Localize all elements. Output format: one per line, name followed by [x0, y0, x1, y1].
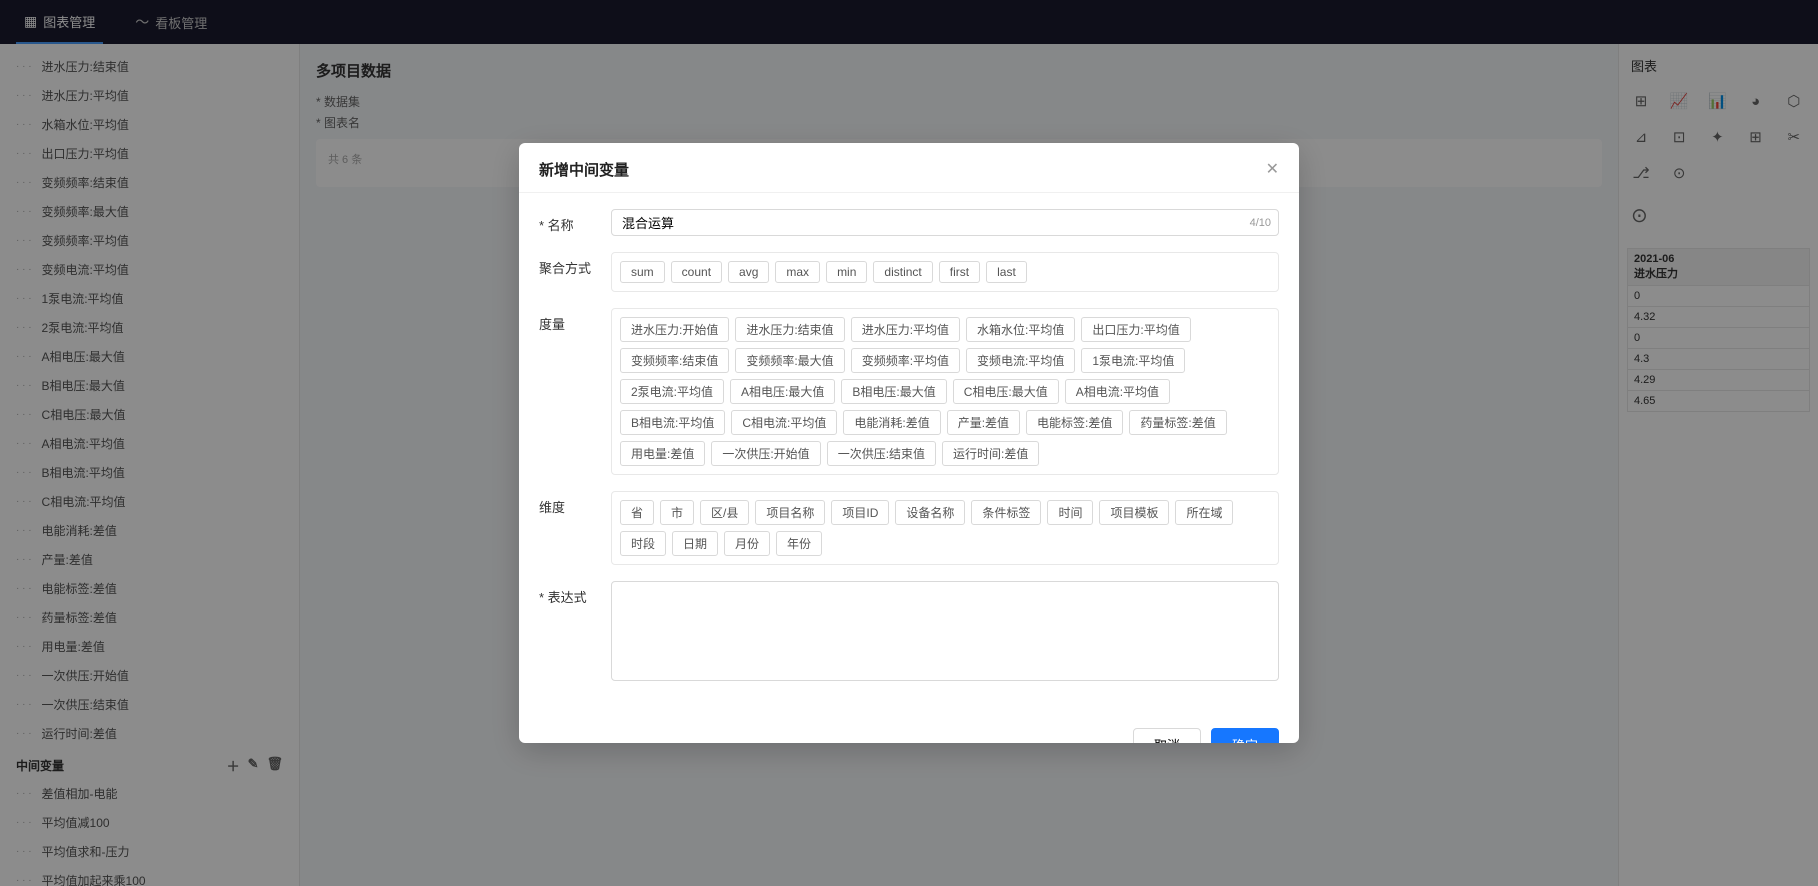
agg-tag-distinct[interactable]: distinct — [873, 261, 932, 283]
measure-tag[interactable]: C相电流:平均值 — [731, 410, 837, 435]
measure-tag[interactable]: A相电压:最大值 — [730, 379, 835, 404]
agg-tag-first[interactable]: first — [939, 261, 980, 283]
measure-tag[interactable]: 电能标签:差值 — [1026, 410, 1123, 435]
dimension-tag[interactable]: 省 — [620, 500, 654, 525]
dimension-row: 维度 省市区/县项目名称项目ID设备名称条件标签时间项目模板所在域时段日期月份年… — [539, 491, 1279, 565]
measure-tag[interactable]: 变频电流:平均值 — [966, 348, 1075, 373]
dimension-tag[interactable]: 条件标签 — [971, 500, 1041, 525]
measure-tag[interactable]: B相电流:平均值 — [620, 410, 725, 435]
dimension-label: 维度 — [539, 491, 599, 516]
dimension-tag[interactable]: 时间 — [1047, 500, 1093, 525]
agg-tag-sum[interactable]: sum — [620, 261, 665, 283]
dimension-tag[interactable]: 日期 — [672, 531, 718, 556]
agg-tag-min[interactable]: min — [826, 261, 867, 283]
close-icon[interactable]: ✕ — [1266, 162, 1279, 178]
name-row: * 名称 4/10 — [539, 209, 1279, 236]
measure-tag[interactable]: 变频频率:最大值 — [735, 348, 844, 373]
agg-tag-last[interactable]: last — [986, 261, 1027, 283]
measure-tag[interactable]: 出口压力:平均值 — [1081, 317, 1190, 342]
measure-tag[interactable]: 进水压力:开始值 — [620, 317, 729, 342]
dimension-tag[interactable]: 月份 — [724, 531, 770, 556]
expr-label: * 表达式 — [539, 581, 599, 606]
dialog-footer: 取消 确定 — [519, 716, 1299, 743]
measure-tag[interactable]: 变频频率:结束值 — [620, 348, 729, 373]
expr-row: * 表达式 — [539, 581, 1279, 684]
measure-tag[interactable]: 电能消耗:差值 — [843, 410, 940, 435]
measure-tag[interactable]: 水箱水位:平均值 — [966, 317, 1075, 342]
add-intermediate-dialog: 新增中间变量 ✕ * 名称 4/10 聚合方式 sum count avgmaxmi… — [519, 143, 1299, 743]
measure-tag[interactable]: 2泵电流:平均值 — [620, 379, 724, 404]
dimension-tag-group: 省市区/县项目名称项目ID设备名称条件标签时间项目模板所在域时段日期月份年份 — [611, 491, 1279, 565]
dimension-tag[interactable]: 项目ID — [831, 500, 889, 525]
measure-tag[interactable]: 运行时间:差值 — [942, 441, 1039, 466]
dialog-overlay: 新增中间变量 ✕ * 名称 4/10 聚合方式 sum count avgmaxmi… — [0, 0, 1818, 886]
agg-label: 聚合方式 — [539, 252, 599, 277]
agg-tag-avg[interactable]: avg — [728, 261, 769, 283]
confirm-button[interactable]: 确定 — [1211, 728, 1279, 743]
name-input[interactable] — [611, 209, 1279, 236]
measure-tag[interactable]: C相电压:最大值 — [953, 379, 1059, 404]
measure-tag[interactable]: 一次供压:结束值 — [827, 441, 936, 466]
agg-tag-max[interactable]: max — [775, 261, 820, 283]
measure-tag[interactable]: 变频频率:平均值 — [851, 348, 960, 373]
name-count: 4/10 — [1250, 217, 1271, 229]
dimension-tag[interactable]: 项目名称 — [755, 500, 825, 525]
dimension-tag[interactable]: 区/县 — [700, 500, 749, 525]
measure-tag[interactable]: 药量标签:差值 — [1129, 410, 1226, 435]
name-label: * 名称 — [539, 209, 599, 234]
agg-row: 聚合方式 sum count avgmaxmin distinct first last — [539, 252, 1279, 292]
measure-tag[interactable]: 1泵电流:平均值 — [1081, 348, 1185, 373]
name-input-wrapper: 4/10 — [611, 209, 1279, 236]
dimension-tag[interactable]: 市 — [660, 500, 694, 525]
cancel-button[interactable]: 取消 — [1133, 728, 1201, 743]
agg-tag-count[interactable]: count — [671, 261, 722, 283]
dialog-header: 新增中间变量 ✕ — [519, 143, 1299, 193]
measure-tag-group: 进水压力:开始值进水压力:结束值进水压力:平均值水箱水位:平均值出口压力:平均值… — [611, 308, 1279, 475]
dimension-tag[interactable]: 所在域 — [1175, 500, 1233, 525]
measure-tag[interactable]: 产量:差值 — [947, 410, 1020, 435]
measure-row: 度量 进水压力:开始值进水压力:结束值进水压力:平均值水箱水位:平均值出口压力:… — [539, 308, 1279, 475]
agg-tag-group: sum count avgmaxmin distinct first last — [611, 252, 1279, 292]
dimension-tag[interactable]: 项目模板 — [1099, 500, 1169, 525]
expr-textarea[interactable] — [611, 581, 1279, 681]
measure-tag[interactable]: 一次供压:开始值 — [711, 441, 820, 466]
expr-control — [611, 581, 1279, 684]
measure-label: 度量 — [539, 308, 599, 333]
dialog-title: 新增中间变量 — [539, 159, 629, 180]
measure-tag[interactable]: 进水压力:结束值 — [735, 317, 844, 342]
measure-tag[interactable]: B相电压:最大值 — [841, 379, 946, 404]
dialog-body: * 名称 4/10 聚合方式 sum count avgmaxmin distinct… — [519, 193, 1299, 716]
measure-tag[interactable]: 进水压力:平均值 — [851, 317, 960, 342]
dimension-tag[interactable]: 时段 — [620, 531, 666, 556]
measure-tag[interactable]: 用电量:差值 — [620, 441, 705, 466]
dimension-tag[interactable]: 年份 — [776, 531, 822, 556]
measure-tag[interactable]: A相电流:平均值 — [1065, 379, 1170, 404]
dimension-tag[interactable]: 设备名称 — [895, 500, 965, 525]
